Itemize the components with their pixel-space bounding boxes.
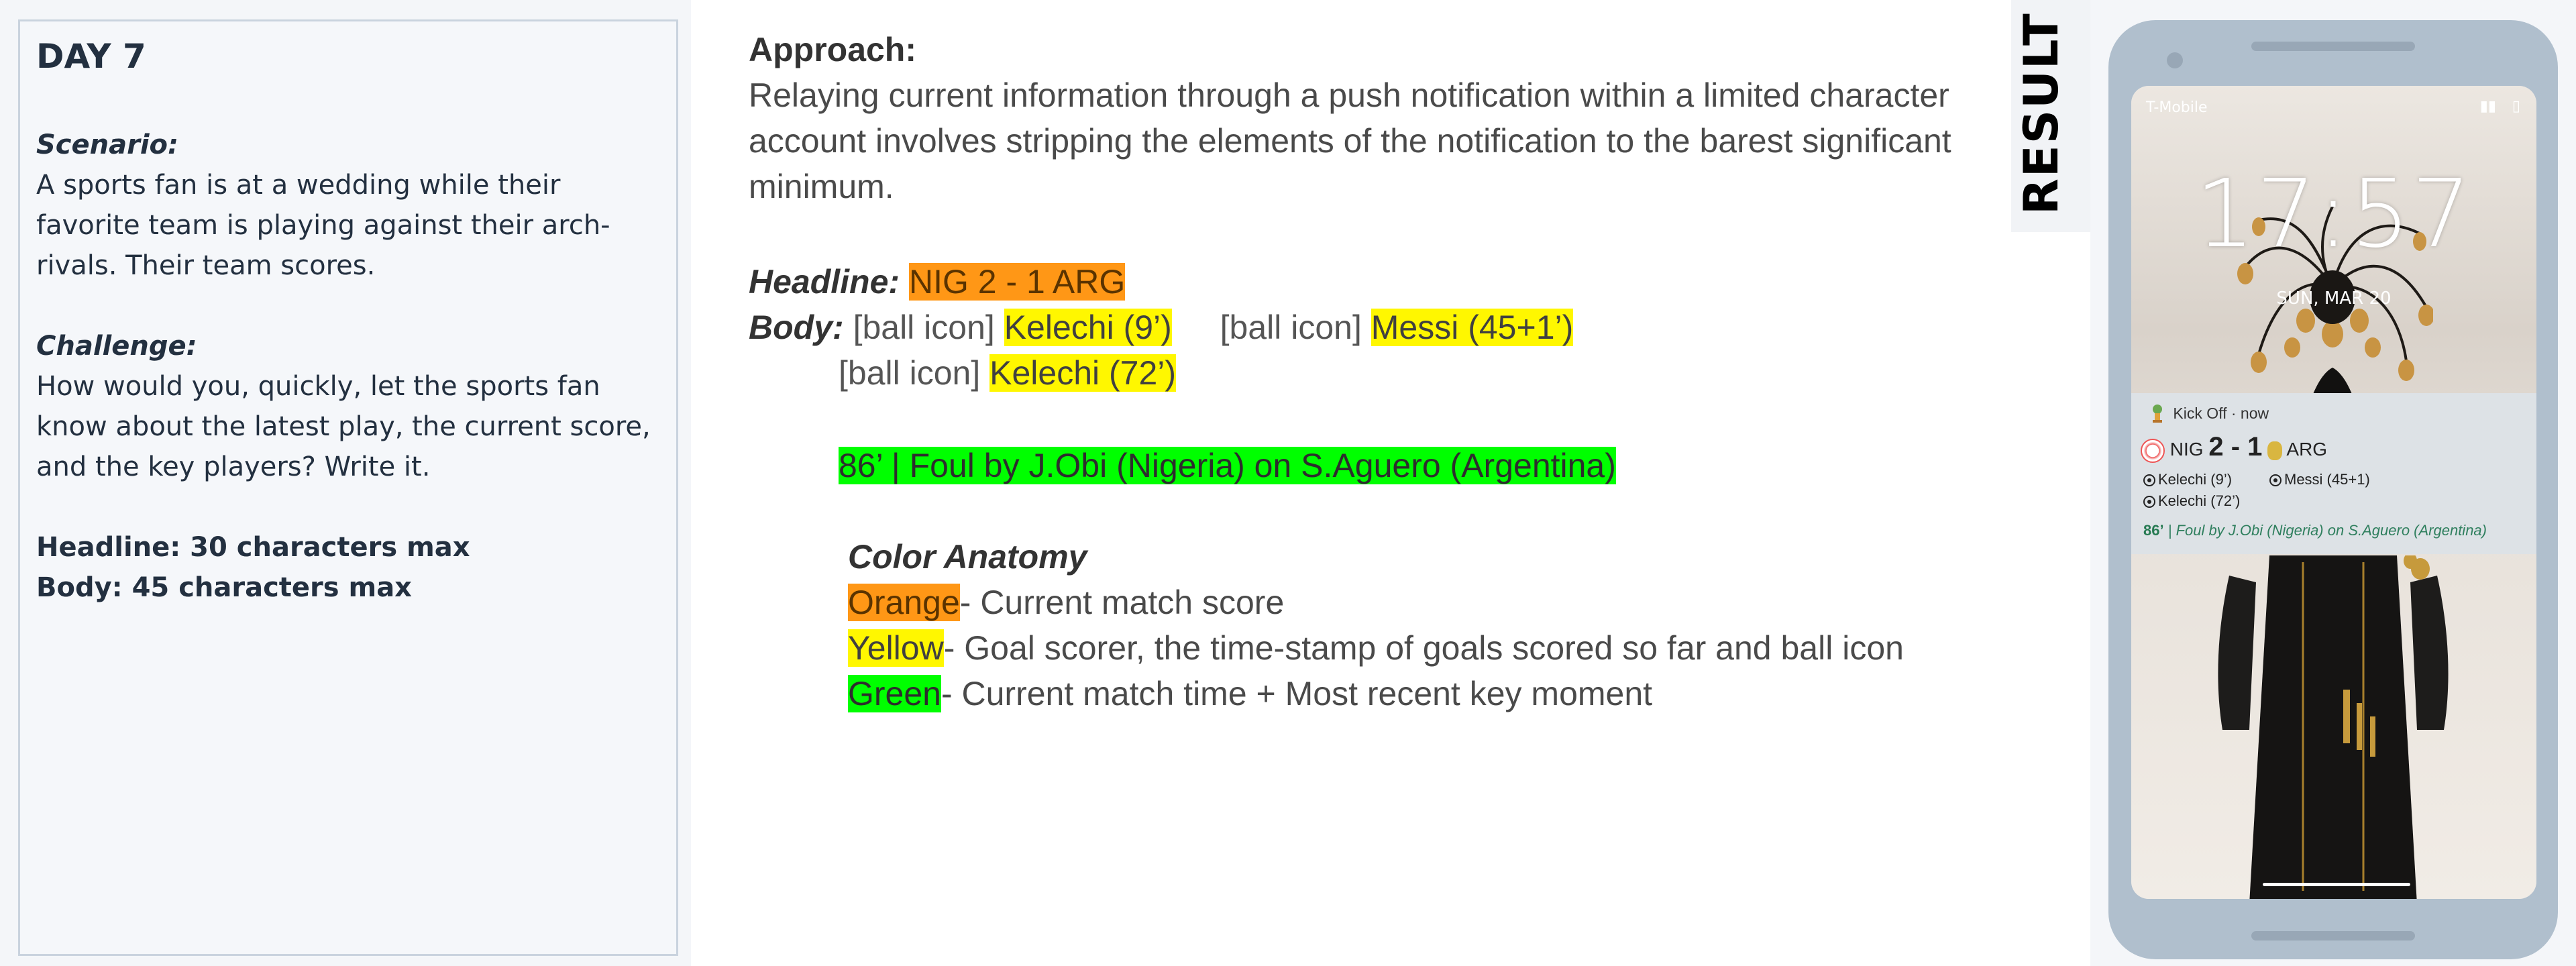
ball-icon xyxy=(2143,474,2155,487)
ball-icon-placeholder: [ball icon] xyxy=(839,354,981,392)
phone-speaker-bottom xyxy=(2251,931,2415,941)
lock-screen: T-Mobile ▮▮ ▯ 17:57 SUN, MAR 20 Kick Off… xyxy=(2131,86,2536,899)
goal-2: Messi (45+1’) xyxy=(1371,309,1574,346)
carrier-label: T-Mobile xyxy=(2146,99,2208,116)
anatomy-item-orange: Orange- Current match score xyxy=(848,582,1284,623)
body-limit: Body: 45 characters max xyxy=(36,572,412,603)
home-team: NIG xyxy=(2169,439,2204,460)
goal-1-text: Kelechi (9’) xyxy=(2158,471,2233,488)
body-row-2: [ball icon] Kelechi (72’) xyxy=(839,353,1177,393)
anatomy-desc-yellow: - Goal scorer, the time-stamp of goals s… xyxy=(943,629,1904,667)
goal-3: Kelechi (72’) xyxy=(989,354,1177,392)
push-notification[interactable]: Kick Off · now NIG 2 - 1 ARG Kelechi (9’… xyxy=(2131,393,2536,554)
approach-section: Approach: Relaying current information t… xyxy=(749,27,1976,209)
camera-icon xyxy=(2167,52,2183,68)
match-minute: 86’ xyxy=(2143,522,2164,539)
challenge-label: Challenge: xyxy=(36,331,197,362)
body-label: Body: xyxy=(749,309,844,346)
body-row-1: Body: [ball icon] Kelechi (9’) [ball ico… xyxy=(749,307,1574,347)
result-label: RESULT xyxy=(2014,12,2069,215)
status-bar: T-Mobile ▮▮ ▯ xyxy=(2131,86,2536,116)
notification-app-header: Kick Off · now xyxy=(2150,404,2269,425)
notification-goal-2: Messi (45+1) xyxy=(2269,471,2370,488)
day-title: DAY 7 xyxy=(36,37,146,76)
anatomy-swatch-yellow: Yellow xyxy=(848,629,944,667)
notification-app-name: Kick Off · now xyxy=(2173,405,2269,423)
notification-score: NIG 2 - 1 ARG xyxy=(2141,432,2327,463)
moment-text: Foul by J.Obi (Nigeria) on S.Aguero (Arg… xyxy=(2176,522,2487,539)
phone-speaker xyxy=(2251,42,2415,51)
headline-label: Headline: xyxy=(749,263,900,301)
score-value: 2 - 1 xyxy=(2208,432,2263,462)
anatomy-swatch-orange: Orange xyxy=(848,584,960,621)
approach-text: Relaying current information through a p… xyxy=(749,76,1951,205)
approach-heading: Approach: xyxy=(749,31,916,68)
notification-goal-3: Kelechi (72’) xyxy=(2143,492,2240,510)
lock-clock: 17:57 xyxy=(2195,160,2473,269)
color-anatomy-heading: Color Anatomy xyxy=(848,538,1087,576)
notification-key-moment: 86’ | Foul by J.Obi (Nigeria) on S.Aguer… xyxy=(2143,522,2487,539)
challenge-text: How would you, quickly, let the sports f… xyxy=(36,371,651,482)
ball-icon-placeholder: [ball icon] xyxy=(853,309,995,346)
ball-icon xyxy=(2269,474,2282,487)
headline-limit: Headline: 30 characters max xyxy=(36,532,470,563)
anatomy-desc-orange: - Current match score xyxy=(959,584,1285,621)
key-moment-row: 86’ | Foul by J.Obi (Nigeria) on S.Aguer… xyxy=(839,445,1616,486)
ball-icon xyxy=(2143,496,2155,508)
scenario-label: Scenario: xyxy=(36,129,179,160)
anatomy-item-yellow: Yellow- Goal scorer, the time-stamp of g… xyxy=(848,628,1904,668)
argentina-crest-icon xyxy=(2267,441,2283,460)
wallpaper-robe-icon xyxy=(2218,555,2449,899)
moment-separator: | xyxy=(2167,522,2172,539)
scenario-text: A sports fan is at a wedding while their… xyxy=(36,170,610,281)
home-indicator[interactable] xyxy=(2263,883,2410,886)
anatomy-swatch-green: Green xyxy=(848,675,941,712)
ball-icon-placeholder: [ball icon] xyxy=(1220,309,1362,346)
away-team: ARG xyxy=(2286,439,2328,460)
goal-3-text: Kelechi (72’) xyxy=(2158,492,2241,509)
nigeria-crest-icon xyxy=(2141,438,2165,463)
headline-value: NIG 2 - 1 ARG xyxy=(908,263,1126,301)
battery-icon: ▯ xyxy=(2512,98,2520,115)
anatomy-desc-green: - Current match time + Most recent key m… xyxy=(941,675,1653,712)
headline-row: Headline: NIG 2 - 1 ARG xyxy=(749,262,1126,302)
anatomy-item-green: Green- Current match time + Most recent … xyxy=(848,674,1652,714)
signal-icon: ▮▮ xyxy=(2479,98,2496,115)
notification-goal-1: Kelechi (9’) xyxy=(2143,471,2232,488)
goal-1: Kelechi (9’) xyxy=(1004,309,1172,346)
brief-card: DAY 7 Scenario: A sports fan is at a wed… xyxy=(18,19,678,956)
goal-2-text: Messi (45+1) xyxy=(2284,471,2370,488)
trophy-icon xyxy=(2153,405,2162,423)
lock-date: SUN, MAR 20 xyxy=(2276,288,2392,309)
key-moment: 86’ | Foul by J.Obi (Nigeria) on S.Aguer… xyxy=(839,447,1616,484)
